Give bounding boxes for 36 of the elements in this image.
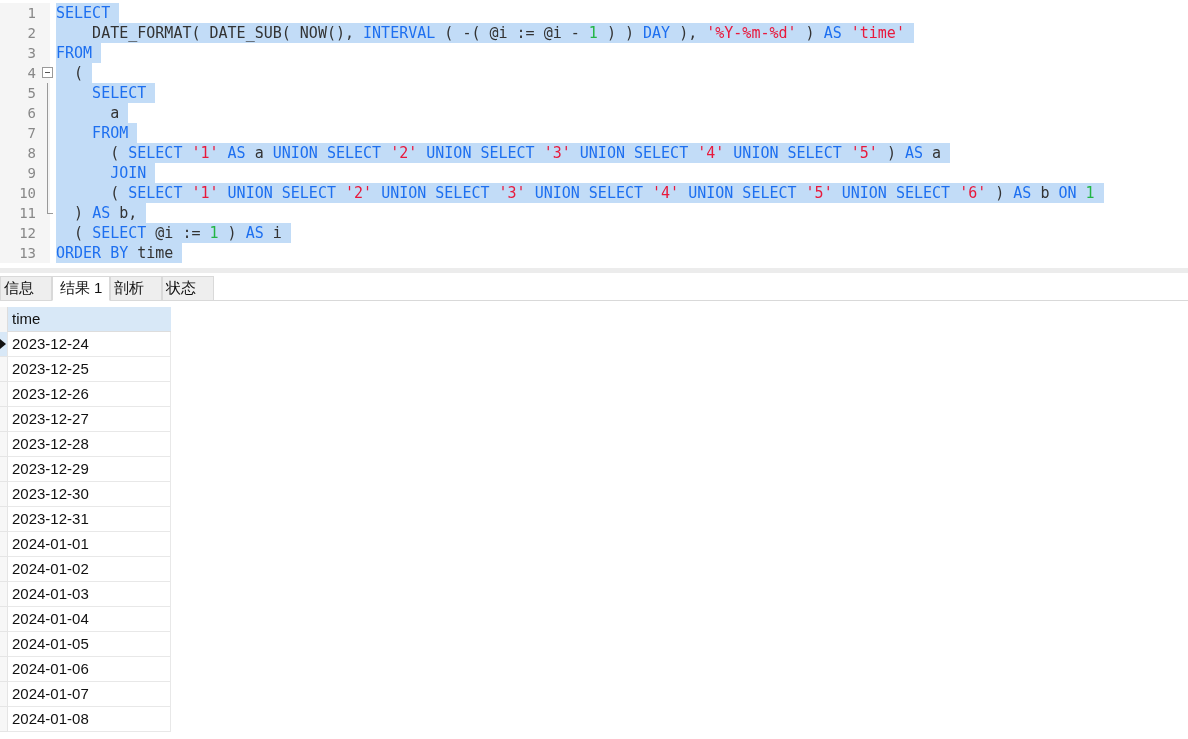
table-cell: 2024-01-02 — [8, 557, 171, 582]
line-number: 3 — [27, 44, 36, 63]
table-cell: 2024-01-08 — [8, 707, 171, 732]
line-number: 2 — [27, 24, 36, 43]
table-cell: 2024-01-07 — [8, 682, 171, 707]
line-number: 11 — [19, 204, 36, 223]
line-number: 7 — [27, 124, 36, 143]
line-number: 8 — [27, 144, 36, 163]
result-tab[interactable]: 结果 1 — [52, 276, 110, 301]
table-cell: 2023-12-25 — [8, 357, 171, 382]
line-number: 12 — [19, 224, 36, 243]
line-number: 13 — [19, 244, 36, 263]
table-cell: 2023-12-26 — [8, 382, 171, 407]
result-tab[interactable]: 信息 — [0, 276, 52, 301]
table-cell: 2023-12-29 — [8, 457, 171, 482]
line-number: 9 — [27, 164, 36, 183]
table-cell: 2024-01-01 — [8, 532, 171, 557]
table-cell: 2023-12-28 — [8, 432, 171, 457]
current-row-icon — [0, 339, 6, 349]
table-cell: 2024-01-06 — [8, 657, 171, 682]
result-tab[interactable]: 剖析 — [110, 276, 162, 301]
line-number: 5 — [27, 84, 36, 103]
table-cell: 2023-12-31 — [8, 507, 171, 532]
line-number: 1 — [27, 4, 36, 23]
line-number: 4 — [27, 64, 36, 83]
line-number: 6 — [27, 104, 36, 123]
collapse-icon[interactable] — [42, 67, 53, 78]
table-cell: 2024-01-05 — [8, 632, 171, 657]
result-tab[interactable]: 状态 — [162, 276, 214, 301]
table-cell: 2023-12-24 — [8, 332, 171, 357]
table-cell: 2023-12-27 — [8, 407, 171, 432]
column-header[interactable]: time — [8, 307, 171, 332]
table-cell: 2024-01-03 — [8, 582, 171, 607]
table-cell: 2024-01-04 — [8, 607, 171, 632]
table-cell: 2023-12-30 — [8, 482, 171, 507]
line-number: 10 — [19, 184, 36, 203]
